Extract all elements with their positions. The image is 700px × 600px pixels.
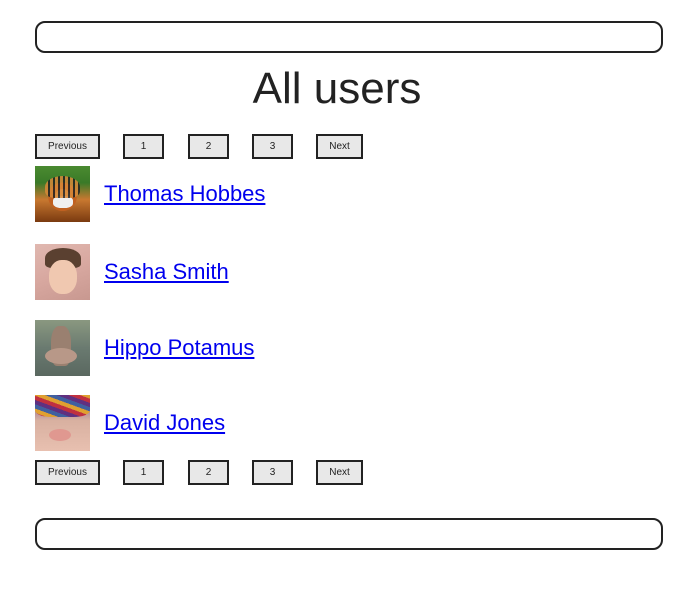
page-1-button[interactable]: 1	[123, 134, 164, 159]
user-list-item: Thomas Hobbes	[35, 166, 265, 222]
user-list-item: Hippo Potamus	[35, 319, 254, 376]
page-title: All users	[252, 64, 422, 113]
page-2-button[interactable]: 2	[188, 460, 229, 485]
footer-bar	[35, 518, 663, 550]
next-page-button[interactable]: Next	[316, 460, 363, 485]
hippo-avatar-image[interactable]	[35, 319, 90, 376]
previous-page-button[interactable]: Previous	[35, 460, 100, 485]
previous-page-button[interactable]: Previous	[35, 134, 100, 159]
user-link[interactable]: David Jones	[104, 410, 225, 436]
tiger-avatar-image[interactable]	[35, 166, 90, 222]
page-1-button[interactable]: 1	[123, 460, 164, 485]
user-list-item: Sasha Smith	[35, 244, 229, 300]
baby-avatar-image[interactable]	[35, 394, 90, 451]
user-link[interactable]: Thomas Hobbes	[104, 181, 265, 207]
page-3-button[interactable]: 3	[252, 134, 293, 159]
user-link[interactable]: Hippo Potamus	[104, 335, 254, 361]
page-3-button[interactable]: 3	[252, 460, 293, 485]
user-list-item: David Jones	[35, 394, 225, 451]
header-bar	[35, 21, 663, 53]
user-link[interactable]: Sasha Smith	[104, 259, 229, 285]
next-page-button[interactable]: Next	[316, 134, 363, 159]
page-2-button[interactable]: 2	[188, 134, 229, 159]
woman-avatar-image[interactable]	[35, 244, 90, 300]
